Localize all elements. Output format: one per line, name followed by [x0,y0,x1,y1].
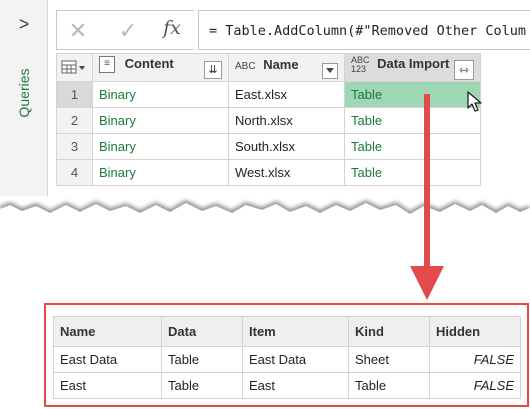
result-cell[interactable]: FALSE [429,372,521,399]
mouse-cursor-icon [467,91,482,112]
result-column-header[interactable]: Item [242,316,349,347]
fx-icon[interactable]: fx [157,17,187,43]
column-header-data-import[interactable]: ABC 123 Data Import ⇿ [344,53,481,82]
name-cell[interactable]: East.xlsx [228,81,345,108]
expand-binary-icon[interactable]: ⇊ [204,61,222,79]
name-cell[interactable]: West.xlsx [228,159,345,186]
expand-queries-chevron-icon[interactable]: > [0,14,48,35]
content-cell[interactable]: Binary [92,133,229,160]
binary-type-icon: ≡ [99,56,115,74]
result-table: Name Data Item Kind Hidden East Data Tab… [53,316,521,399]
result-cell[interactable]: East Data [242,346,349,373]
formula-buttons: ✕ ✓ fx [56,10,194,50]
table-row[interactable]: East Table East Table FALSE [53,372,521,399]
red-arrow-annotation [410,94,444,300]
result-cell[interactable]: East [53,372,162,399]
queries-pane-toggle[interactable]: Queries [14,58,34,128]
result-cell[interactable]: East Data [53,346,162,373]
column-label-name: Name [263,56,299,72]
result-cell[interactable]: FALSE [429,346,521,373]
any-type-icon: ABC 123 [351,54,370,74]
expand-table-icon[interactable]: ⇿ [454,59,474,80]
column-label-content: Content [124,56,174,71]
source-header-row: ≡ Content ⇊ ABC Name ABC 123 Data Import… [56,53,481,82]
result-column-header[interactable]: Hidden [429,316,521,347]
result-column-header[interactable]: Kind [348,316,430,347]
formula-bar: ✕ ✓ fx = Table.AddColumn(#"Removed Other… [56,10,530,50]
column-header-content[interactable]: ≡ Content ⇊ [92,53,229,82]
table-menu-corner[interactable] [56,53,93,82]
content-cell[interactable]: Binary [92,107,229,134]
result-cell[interactable]: Table [348,372,430,399]
result-column-header[interactable]: Name [53,316,162,347]
filter-dropdown-icon[interactable] [322,62,338,79]
column-label-data-import: Data Import [377,55,450,71]
result-cell[interactable]: Table [161,346,243,373]
confirm-check-icon[interactable]: ✓ [113,19,143,43]
content-cell[interactable]: Binary [92,81,229,108]
table-row[interactable]: East Data Table East Data Sheet FALSE [53,346,521,373]
row-number[interactable]: 2 [56,107,93,134]
result-header-row: Name Data Item Kind Hidden [53,316,521,347]
result-column-header[interactable]: Data [161,316,243,347]
row-number[interactable]: 4 [56,159,93,186]
name-cell[interactable]: North.xlsx [228,107,345,134]
result-cell[interactable]: East [242,372,349,399]
text-type-icon: ABC [235,60,256,72]
column-header-name[interactable]: ABC Name [228,53,345,82]
result-cell[interactable]: Sheet [348,346,430,373]
table-grid-icon [61,60,85,74]
formula-input[interactable]: = Table.AddColumn(#"Removed Other Colum [198,10,530,50]
queries-label: Queries [16,68,32,118]
torn-edge-divider [0,200,530,242]
result-cell[interactable]: Table [161,372,243,399]
row-number[interactable]: 3 [56,133,93,160]
cancel-icon[interactable]: ✕ [63,19,93,43]
name-cell[interactable]: South.xlsx [228,133,345,160]
row-number[interactable]: 1 [56,81,93,108]
content-cell[interactable]: Binary [92,159,229,186]
